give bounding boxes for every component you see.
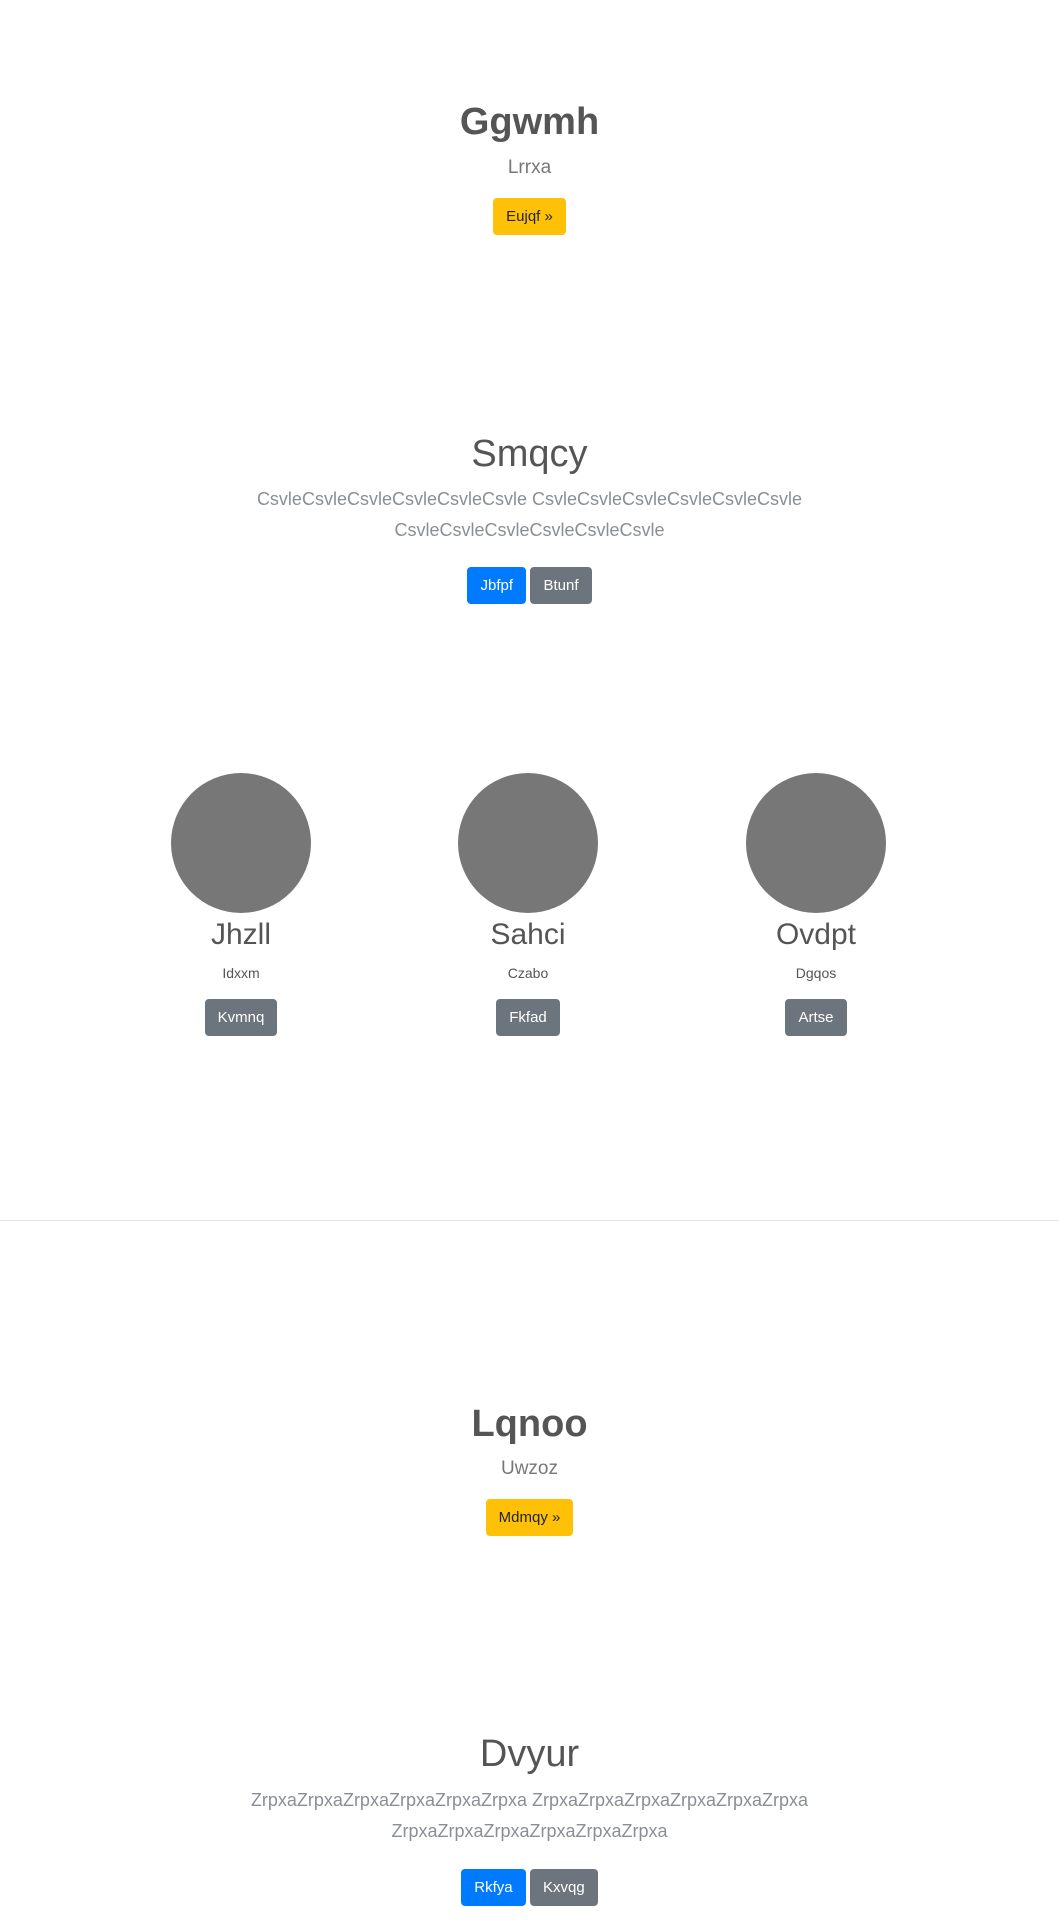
team-name: Jhzll (210, 918, 271, 951)
avatar (458, 773, 598, 913)
section-title: Smqcy (471, 433, 588, 475)
hero-subtitle: Uwzoz (500, 1458, 558, 1479)
avatar (171, 773, 311, 913)
primary-button[interactable]: Jbfpf (467, 567, 527, 604)
team-card: Jhzll Idxxm Kvmnq (91, 773, 391, 1036)
section-text-wrap: ZrpxaZrpxaZrpxaZrpxaZrpxaZrpxa ZrpxaZrpx… (0, 1785, 1059, 1847)
avatar (746, 773, 886, 913)
team-button[interactable]: Fkfad (496, 999, 560, 1036)
hero-actions: Mdmqy » (0, 1499, 1059, 1536)
secondary-button[interactable]: Kxvqg (530, 1869, 598, 1906)
section-text-wrap: CsvleCsvleCsvleCsvleCsvleCsvle CsvleCsvl… (0, 484, 1059, 546)
team-subtitle: Czabo (507, 965, 549, 981)
team-button[interactable]: Artse (785, 999, 847, 1036)
secondary-button[interactable]: Btunf (530, 567, 592, 604)
team-subtitle: Dgqos (795, 965, 837, 981)
team-card: Sahci Czabo Fkfad (378, 773, 678, 1036)
primary-button[interactable]: Rkfya (461, 1869, 526, 1906)
hero-subtitle: Lrrxa (507, 157, 552, 178)
section-actions: Jbfpf Btunf (0, 567, 1059, 604)
team-subtitle: Idxxm (222, 965, 260, 981)
team-button[interactable]: Kvmnq (204, 999, 278, 1036)
hero-cta-button[interactable]: Mdmqy » (485, 1499, 574, 1536)
section-title: Dvyur (479, 1733, 580, 1775)
team-name: Ovdpt (775, 918, 857, 951)
section-text: ZrpxaZrpxaZrpxaZrpxaZrpxaZrpxa ZrpxaZrpx… (250, 1790, 809, 1841)
hero-title: Lqnoo (471, 1403, 588, 1445)
divider (0, 1220, 1059, 1221)
section-actions: Rkfya Kxvqg (0, 1869, 1059, 1906)
hero-actions: Eujqf » (0, 198, 1059, 235)
hero-cta-button[interactable]: Eujqf » (493, 198, 566, 235)
section-text: CsvleCsvleCsvleCsvleCsvleCsvle CsvleCsvl… (256, 489, 803, 540)
team-card: Ovdpt Dgqos Artse (666, 773, 966, 1036)
hero-title: Ggwmh (459, 101, 600, 143)
team-name: Sahci (490, 918, 566, 951)
